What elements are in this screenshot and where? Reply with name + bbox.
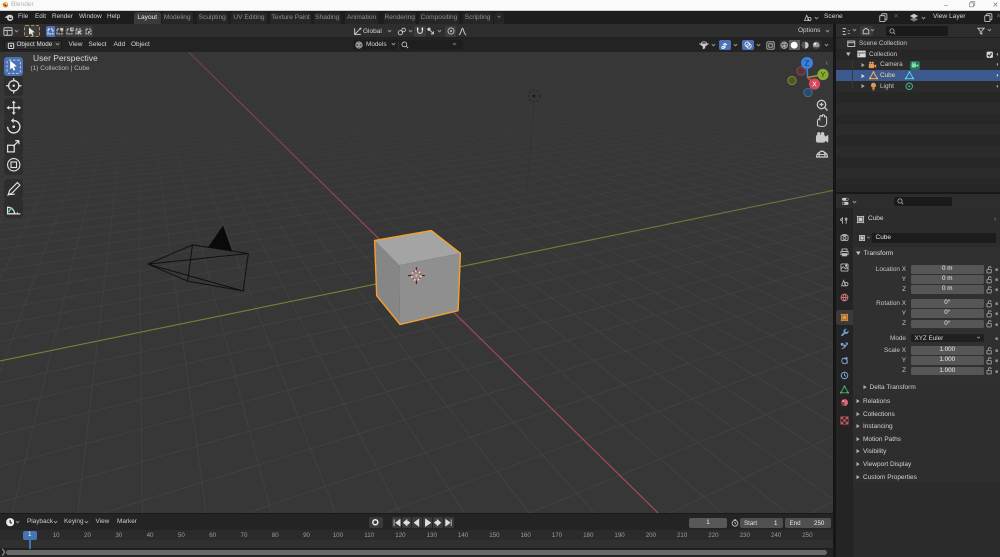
svg-text:X: X [812,82,817,89]
svg-text:Y: Y [821,72,826,79]
svg-text:Z: Z [805,59,810,68]
